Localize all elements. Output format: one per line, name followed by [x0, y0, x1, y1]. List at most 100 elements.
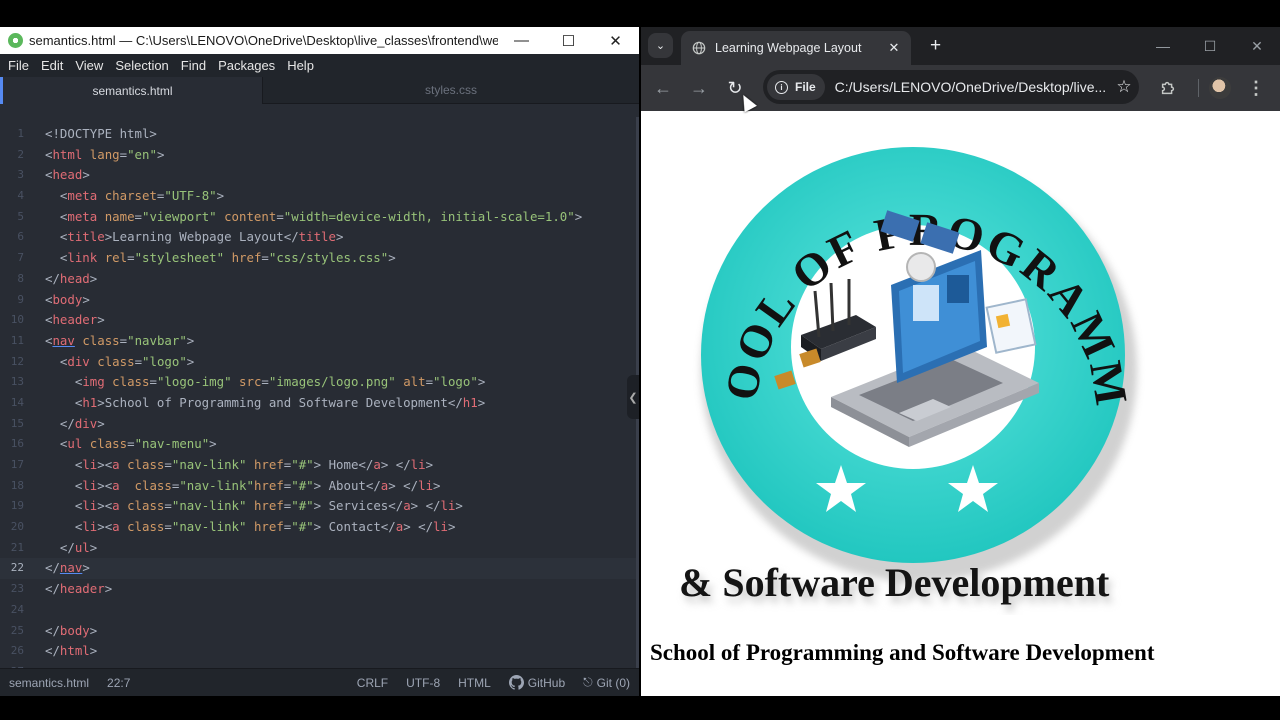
- code-text[interactable]: <!DOCTYPE html>: [45, 124, 157, 145]
- line-number[interactable]: 15: [0, 414, 24, 435]
- line-number[interactable]: 23: [0, 579, 24, 600]
- code-text[interactable]: <head>: [45, 165, 90, 186]
- code-text[interactable]: <meta charset="UTF-8">: [45, 186, 224, 207]
- code-line[interactable]: 12 <div class="logo">: [0, 352, 639, 373]
- line-number[interactable]: 25: [0, 621, 24, 642]
- code-text[interactable]: <li><a class="nav-link"href="#"> About</…: [45, 476, 441, 497]
- code-text[interactable]: <ul class="nav-menu">: [45, 434, 217, 455]
- code-text[interactable]: </body>: [45, 621, 97, 642]
- code-line[interactable]: 2 <html lang="en">: [0, 145, 639, 166]
- code-text[interactable]: <div class="logo">: [45, 352, 194, 373]
- menu-file[interactable]: File: [2, 58, 35, 73]
- code-area[interactable]: 1 <!DOCTYPE html> 2 <html lang="en"> 3 <head>…: [0, 124, 639, 692]
- menu-packages[interactable]: Packages: [212, 58, 281, 73]
- code-text[interactable]: <header>: [45, 310, 105, 331]
- code-text[interactable]: <title>Learning Webpage Layout</title>: [45, 227, 344, 248]
- tab-styles-css[interactable]: styles.css: [262, 77, 639, 104]
- line-number[interactable]: 9: [0, 290, 24, 311]
- extensions-puzzle-icon[interactable]: [1151, 71, 1185, 105]
- code-text[interactable]: <meta name="viewport" content="width=dev…: [45, 207, 582, 228]
- code-line[interactable]: 20 <li><a class="nav-link" href="#"> Con…: [0, 517, 639, 538]
- menu-help[interactable]: Help: [281, 58, 320, 73]
- line-number[interactable]: 5: [0, 207, 24, 228]
- menu-view[interactable]: View: [69, 58, 109, 73]
- code-text[interactable]: </html>: [45, 641, 97, 662]
- code-text[interactable]: <link rel="stylesheet" href="css/styles.…: [45, 248, 396, 269]
- tab-search-chevron-down-icon[interactable]: ⌄: [648, 33, 673, 58]
- browser-close-button[interactable]: ✕: [1234, 27, 1280, 65]
- line-number[interactable]: 4: [0, 186, 24, 207]
- site-info-chip[interactable]: i File: [767, 74, 825, 100]
- code-text[interactable]: </header>: [45, 579, 112, 600]
- line-number[interactable]: 14: [0, 393, 24, 414]
- line-number[interactable]: 17: [0, 455, 24, 476]
- code-line[interactable]: 15 </div>: [0, 414, 639, 435]
- tab-close-icon[interactable]: ✕: [883, 40, 905, 56]
- menu-selection[interactable]: Selection: [109, 58, 174, 73]
- url-text[interactable]: C:/Users/LENOVO/OneDrive/Desktop/live...: [835, 79, 1109, 95]
- status-file-name[interactable]: semantics.html: [0, 676, 98, 690]
- line-number[interactable]: 22: [0, 558, 24, 579]
- status-grammar[interactable]: HTML: [449, 676, 500, 690]
- bookmark-star-icon[interactable]: ☆: [1109, 77, 1139, 97]
- code-text[interactable]: <h1>School of Programming and Software D…: [45, 393, 485, 414]
- code-line[interactable]: 1 <!DOCTYPE html>: [0, 124, 639, 145]
- forward-arrow-icon[interactable]: →: [682, 71, 716, 105]
- code-line[interactable]: 5 <meta name="viewport" content="width=d…: [0, 207, 639, 228]
- line-number[interactable]: 21: [0, 538, 24, 559]
- code-text[interactable]: <nav class="navbar">: [45, 331, 194, 352]
- code-line[interactable]: 24: [0, 600, 639, 621]
- address-bar[interactable]: i File C:/Users/LENOVO/OneDrive/Desktop/…: [763, 70, 1139, 104]
- line-number[interactable]: 10: [0, 310, 24, 331]
- line-number[interactable]: 6: [0, 227, 24, 248]
- browser-tab-active[interactable]: Learning Webpage Layout ✕: [681, 31, 911, 65]
- line-number[interactable]: 11: [0, 331, 24, 352]
- code-line[interactable]: 4 <meta charset="UTF-8">: [0, 186, 639, 207]
- code-text[interactable]: </nav>: [45, 558, 90, 579]
- line-number[interactable]: 7: [0, 248, 24, 269]
- line-number[interactable]: 18: [0, 476, 24, 497]
- menu-find[interactable]: Find: [175, 58, 212, 73]
- code-line[interactable]: 9 <body>: [0, 290, 639, 311]
- code-line[interactable]: 14 <h1>School of Programming and Softwar…: [0, 393, 639, 414]
- code-text[interactable]: </ul>: [45, 538, 97, 559]
- kebab-menu-icon[interactable]: ⋮: [1239, 71, 1273, 105]
- line-number[interactable]: 19: [0, 496, 24, 517]
- line-number[interactable]: 12: [0, 352, 24, 373]
- status-encoding[interactable]: UTF-8: [397, 676, 449, 690]
- status-line-ending[interactable]: CRLF: [348, 676, 397, 690]
- editor-maximize-button[interactable]: ☐: [545, 27, 592, 54]
- code-line[interactable]: 6 <title>Learning Webpage Layout</title>: [0, 227, 639, 248]
- line-number[interactable]: 3: [0, 165, 24, 186]
- line-number[interactable]: 13: [0, 372, 24, 393]
- code-line[interactable]: 10 <header>: [0, 310, 639, 331]
- code-line[interactable]: 16 <ul class="nav-menu">: [0, 434, 639, 455]
- back-arrow-icon[interactable]: ←: [646, 71, 680, 105]
- tab-semantics-html[interactable]: semantics.html: [0, 77, 262, 104]
- editor-close-button[interactable]: ✕: [592, 27, 639, 54]
- line-number[interactable]: 16: [0, 434, 24, 455]
- new-tab-plus-icon[interactable]: +: [923, 33, 948, 58]
- code-text[interactable]: <li><a class="nav-link" href="#"> Home</…: [45, 455, 433, 476]
- code-line[interactable]: 21 </ul>: [0, 538, 639, 559]
- code-text[interactable]: <html lang="en">: [45, 145, 164, 166]
- code-line[interactable]: 26 </html>: [0, 641, 639, 662]
- code-line[interactable]: 19 <li><a class="nav-link" href="#"> Ser…: [0, 496, 639, 517]
- line-number[interactable]: 8: [0, 269, 24, 290]
- line-number[interactable]: 20: [0, 517, 24, 538]
- code-line[interactable]: 11 <nav class="navbar">: [0, 331, 639, 352]
- code-line[interactable]: 3 <head>: [0, 165, 639, 186]
- status-github[interactable]: GitHub: [500, 675, 574, 690]
- browser-minimize-button[interactable]: —: [1140, 27, 1186, 65]
- profile-avatar[interactable]: [1203, 71, 1237, 105]
- line-number[interactable]: 26: [0, 641, 24, 662]
- line-number[interactable]: 24: [0, 600, 24, 621]
- code-line[interactable]: 25 </body>: [0, 621, 639, 642]
- code-text[interactable]: </div>: [45, 414, 105, 435]
- editor-minimize-button[interactable]: —: [498, 27, 545, 54]
- code-line[interactable]: 22 </nav>: [0, 558, 639, 580]
- code-text[interactable]: </head>: [45, 269, 97, 290]
- code-text[interactable]: <li><a class="nav-link" href="#"> Contac…: [45, 517, 456, 538]
- code-line[interactable]: 7 <link rel="stylesheet" href="css/style…: [0, 248, 639, 269]
- code-line[interactable]: 17 <li><a class="nav-link" href="#"> Hom…: [0, 455, 639, 476]
